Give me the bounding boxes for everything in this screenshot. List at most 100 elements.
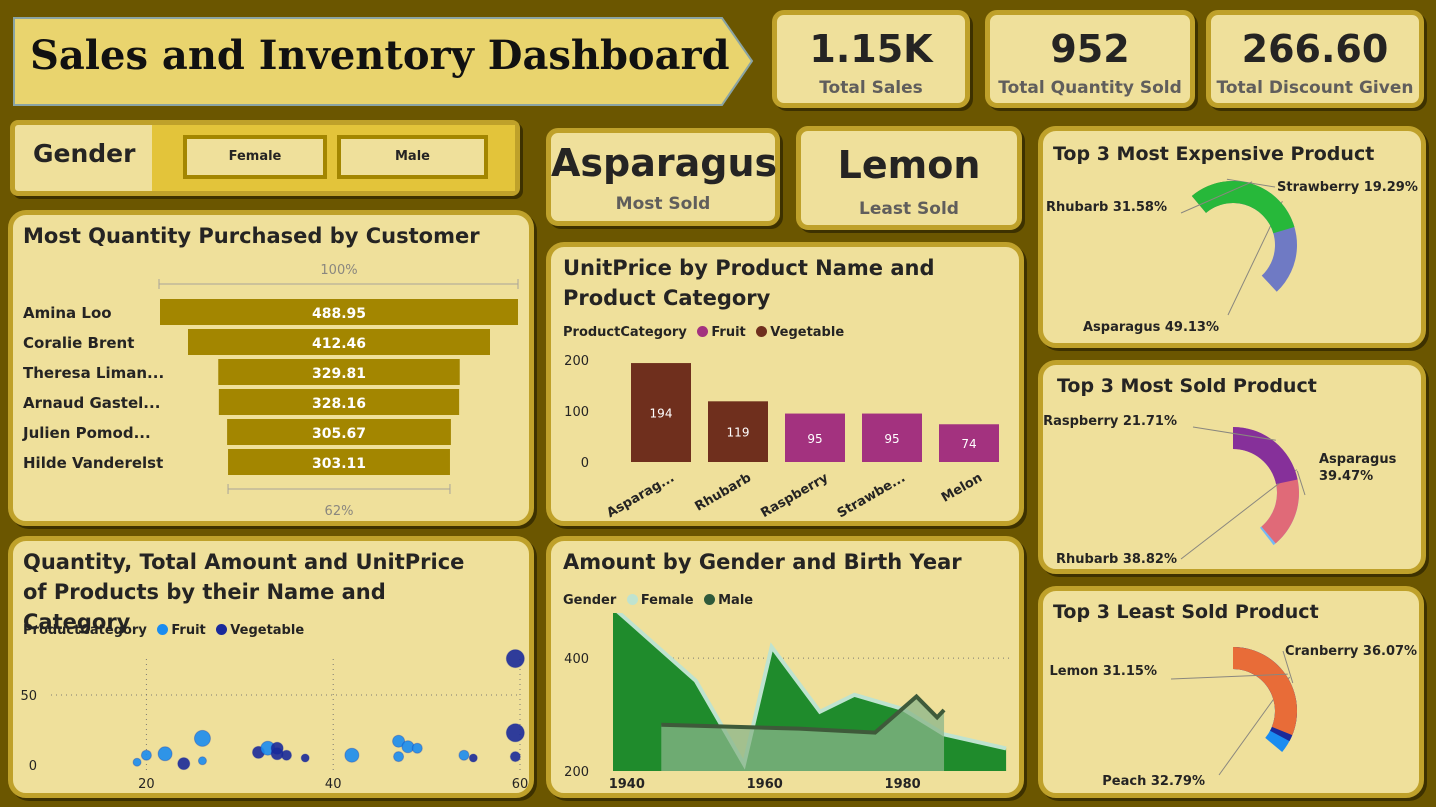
slicer-options-area: Female Male	[152, 125, 515, 191]
scatter-point	[193, 729, 211, 747]
area-legend: Gender Female Male	[563, 593, 753, 608]
bar-value-label: 194	[650, 407, 673, 421]
mostsold-donut-card: Top 3 Most Sold Product Asparagus 39.47% R…	[1038, 360, 1426, 574]
donut-label: Cranberry 36.07%	[1285, 644, 1417, 659]
scatter-point	[270, 741, 284, 755]
x-tick-label: 60	[512, 777, 529, 792]
legend-dot-female	[626, 594, 638, 605]
chart-title: Amount by Gender and Birth Year	[563, 550, 962, 574]
bar-value-label: 95	[807, 432, 822, 446]
chart-title: Top 3 Least Sold Product	[1053, 601, 1319, 623]
funnel-category-label: Arnaud Gastel...	[23, 394, 160, 412]
chart-title: Top 3 Most Sold Product	[1057, 375, 1317, 397]
gender-slicer: Gender Female Male	[10, 120, 520, 196]
bar-value-label: 74	[961, 437, 976, 451]
scatter-point	[281, 749, 292, 761]
legend-item-vegetable[interactable]: Vegetable	[770, 325, 844, 340]
scatter-point	[177, 757, 191, 771]
area-chart: 400 200 1940 1960 1980	[564, 613, 1013, 792]
y-tick-label: 200	[564, 765, 589, 780]
scatter-point	[157, 746, 173, 762]
legend-item-female[interactable]: Female	[641, 593, 694, 608]
customer-funnel-card: Most Quantity Purchased by Customer 100%…	[8, 210, 534, 526]
x-tick-label: 1940	[609, 777, 645, 792]
kpi-value: 266.60	[1241, 27, 1389, 71]
scatter-point	[505, 649, 525, 669]
scatter-legend: ProductCategory Fruit Vegetable	[23, 623, 304, 638]
x-tick-label: Rhubarb	[693, 470, 754, 514]
funnel-chart: 100% Amina Loo 488.95 Coralie Brent 412.46 Th…	[22, 263, 519, 519]
legend-item-male[interactable]: Male	[718, 593, 753, 608]
donut-label: Rhubarb 38.82%	[1056, 552, 1177, 567]
legend-item-fruit[interactable]: Fruit	[711, 325, 745, 340]
kpi-value: 1.15K	[809, 27, 933, 71]
legend-dot-fruit	[697, 326, 709, 337]
kpi-total-discount: 266.60 Total Discount Given	[1206, 10, 1424, 108]
y-tick-label: 0	[29, 759, 37, 774]
x-tick-label: 20	[138, 777, 155, 792]
y-tick-label: 50	[20, 689, 37, 704]
kpi-label: Total Quantity Sold	[998, 78, 1182, 98]
donut-label: Asparagus 49.13%	[1083, 320, 1219, 335]
area-chart-card: Amount by Gender and Birth Year Gender F…	[546, 536, 1024, 798]
donut-label: Peach 32.79%	[1102, 774, 1205, 789]
legend-dot-male	[704, 594, 716, 605]
kpi-value: 952	[1050, 27, 1130, 71]
y-tick-label: 0	[581, 456, 589, 471]
funnel-category-label: Amina Loo	[23, 304, 112, 322]
scatter-chart-card: Quantity, Total Amount and UnitPrice of …	[8, 536, 534, 798]
funnel-value-label: 328.16	[312, 396, 366, 412]
least-sold-label: Least Sold	[859, 199, 959, 219]
x-tick-label: Melon	[939, 470, 985, 505]
scatter-point	[300, 753, 310, 763]
y-tick-label: 400	[564, 652, 589, 667]
least-sold-card: Lemon Least Sold	[796, 126, 1022, 230]
slicer-option-male[interactable]: Male	[337, 135, 488, 179]
x-tick-label: Asparag...	[604, 470, 677, 521]
funnel-category-label: Hilde Vanderelst	[23, 454, 163, 472]
scatter-point	[344, 747, 360, 763]
most-sold-value: Asparagus	[551, 141, 778, 185]
scatter-point	[132, 757, 142, 767]
mostsold-donut-chart: Asparagus 39.47% Rhubarb 38.82% Raspberry 2…	[1043, 414, 1397, 567]
legend-dot-fruit	[157, 624, 169, 635]
bar-value-label: 95	[884, 432, 899, 446]
kpi-label: Total Sales	[819, 78, 923, 98]
funnel-value-label: 412.46	[312, 336, 366, 352]
x-tick-label: 1960	[747, 777, 783, 792]
funnel-bottom-percent: 62%	[325, 504, 354, 519]
funnel-category-label: Theresa Liman...	[23, 364, 164, 382]
legend-dot-vegetable	[216, 624, 228, 635]
gender-slicer-label: Gender	[33, 139, 136, 168]
donut-slice	[1233, 647, 1297, 736]
slicer-option-female[interactable]: Female	[183, 135, 327, 179]
leastsold-donut-card: Top 3 Least Sold Product Cranberry 36.07…	[1038, 586, 1424, 798]
expensive-donut-card: Top 3 Most Expensive Product Strawberry …	[1038, 126, 1426, 348]
legend-title: ProductCategory	[23, 623, 147, 638]
x-tick-label: 40	[325, 777, 342, 792]
funnel-value-label: 329.81	[312, 366, 366, 382]
x-tick-label: Raspberry	[758, 470, 831, 521]
donut-label: Strawberry 19.29%	[1277, 180, 1418, 195]
funnel-value-label: 303.11	[312, 456, 366, 472]
least-sold-value: Lemon	[837, 143, 981, 187]
donut-label: Raspberry 21.71%	[1043, 414, 1177, 429]
scatter-point	[197, 756, 207, 766]
leastsold-donut-chart: Cranberry 36.07% Peach 32.79% Lemon 31.15%	[1049, 644, 1417, 789]
scatter-point	[505, 723, 525, 743]
scatter-point	[468, 753, 478, 763]
scatter-chart: 20 40 60 50 0	[20, 649, 529, 792]
chart-title: Most Quantity Purchased by Customer	[23, 224, 480, 248]
funnel-value-label: 488.95	[312, 306, 366, 322]
legend-item-vegetable[interactable]: Vegetable	[230, 623, 304, 638]
donut-label: Lemon 31.15%	[1049, 664, 1157, 679]
funnel-category-label: Julien Pomod...	[22, 424, 151, 442]
legend-title: Gender	[563, 593, 617, 608]
scatter-point	[411, 742, 423, 754]
kpi-total-sales: 1.15K Total Sales	[772, 10, 970, 108]
legend-item-fruit[interactable]: Fruit	[171, 623, 205, 638]
x-tick-label: 1980	[885, 777, 921, 792]
expensive-donut-chart: Strawberry 19.29% Asparagus 49.13% Rhubarb…	[1046, 178, 1418, 335]
bar-value-label: 119	[727, 426, 750, 440]
scatter-point	[509, 751, 521, 763]
